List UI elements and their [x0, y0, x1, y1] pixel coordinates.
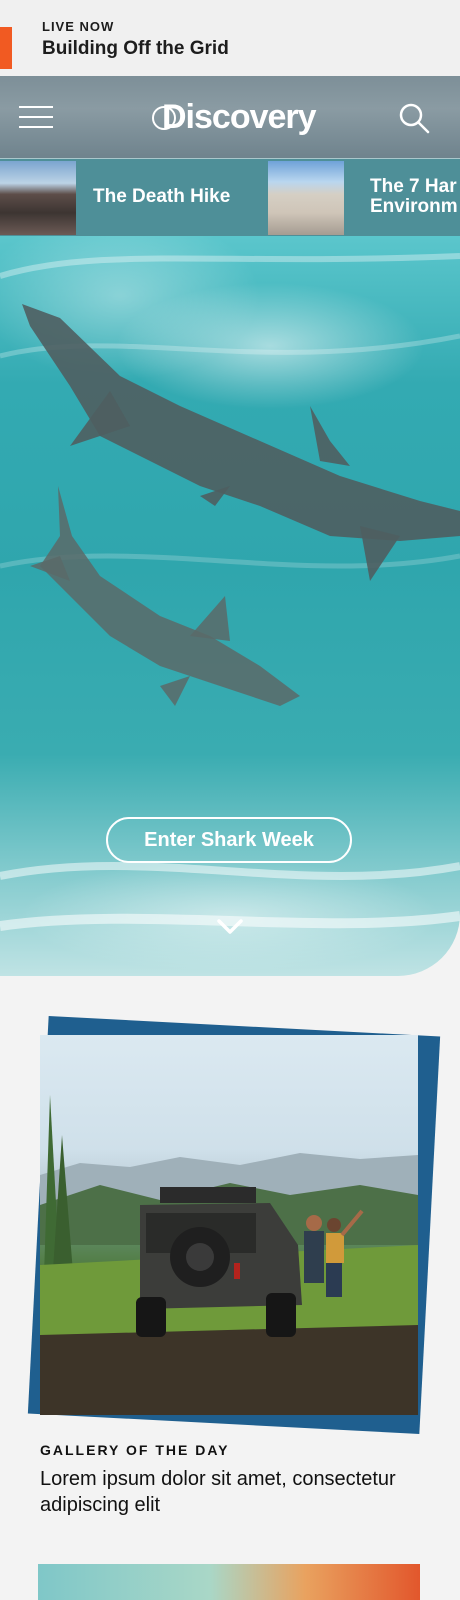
live-show-title[interactable]: Building Off the Grid	[42, 38, 229, 60]
offroad-truck-scene	[40, 1095, 418, 1415]
next-card-image[interactable]	[38, 1564, 420, 1600]
death-hike-thumbnail[interactable]	[0, 161, 76, 235]
enter-shark-week-button[interactable]: Enter Shark Week	[106, 817, 352, 863]
hammerhead-sharks-illustration	[0, 253, 460, 931]
hamburger-menu-icon[interactable]	[19, 106, 53, 128]
shark-week-hero[interactable]	[0, 236, 460, 976]
live-accent-bar	[0, 27, 12, 69]
live-now-label: LIVE NOW	[42, 19, 115, 34]
search-icon[interactable]	[398, 102, 430, 134]
live-now-banner[interactable]: LIVE NOW Building Off the Grid	[0, 0, 460, 76]
carousel-item-title[interactable]: The 7 Har Environm	[370, 177, 458, 217]
gallery-image[interactable]	[40, 1035, 418, 1415]
gallery-headline[interactable]: Lorem ipsum dolor sit amet, consectetur …	[40, 1466, 420, 1518]
carousel-item-title[interactable]: The Death Hike	[93, 187, 230, 207]
show-carousel[interactable]: The Death Hike The 7 Har Environm	[0, 158, 460, 237]
environment-thumbnail[interactable]	[268, 161, 344, 235]
gallery-eyebrow: GALLERY OF THE DAY	[40, 1442, 230, 1458]
discovery-logo[interactable]: Discovery	[152, 98, 317, 138]
chevron-down-icon[interactable]	[216, 918, 244, 936]
site-header: Discovery	[0, 76, 460, 158]
